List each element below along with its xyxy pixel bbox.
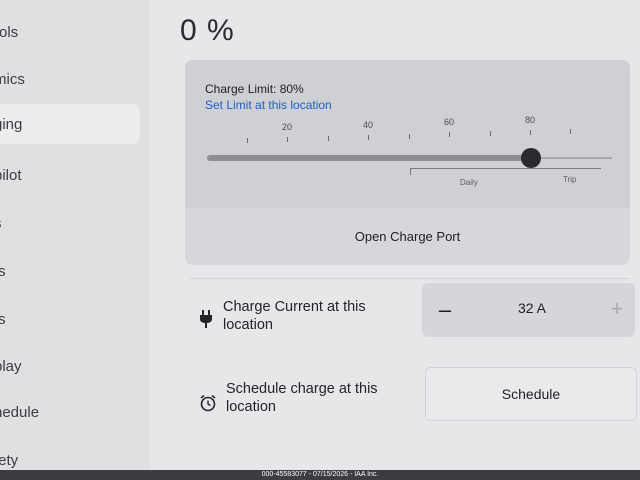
sidebar-item-label: nedule [0, 403, 40, 421]
sidebar-item-controls[interactable]: rols [0, 12, 140, 52]
charge-current-label-line2: location [223, 317, 273, 333]
charge-limit-slider-handle[interactable] [521, 148, 541, 168]
charge-current-label-line1: Charge Current at this [223, 299, 366, 315]
tick-mark [530, 130, 531, 135]
sidebar-item-label: s [0, 215, 2, 232]
sidebar-item-lights[interactable]: ts [0, 251, 140, 291]
battery-percent: 0 % [180, 14, 235, 47]
schedule-label-line1: Schedule charge at this [226, 381, 378, 397]
daily-range-bracket [410, 168, 601, 175]
open-charge-port-button[interactable]: Open Charge Port [185, 208, 630, 265]
tick-label-60: 60 [443, 117, 455, 127]
tick-mark [409, 134, 410, 139]
charge-limit-panel: Charge Limit: 80% Set Limit at this loca… [185, 60, 630, 208]
decrease-current-button[interactable]: – [432, 293, 458, 327]
sidebar-item-charging[interactable]: ging [0, 104, 140, 144]
section-divider [190, 278, 630, 279]
settings-sidebar: rols mics ging pilot s ts ts play nedule… [0, 0, 150, 470]
charge-limit-title: Charge Limit: 80% [205, 82, 304, 96]
charge-current-value: 32 A [517, 300, 547, 316]
sidebar-item-locks[interactable]: s [0, 203, 140, 243]
tick-label-20: 20 [281, 122, 293, 132]
increase-current-button[interactable]: + [604, 291, 630, 327]
sidebar-item-label: rols [0, 23, 19, 41]
sidebar-item-label: ts [0, 310, 6, 328]
charge-current-stepper: – 32 A + [422, 283, 635, 337]
photo-watermark: 000-45583077 - 07/15/2026 - IAA Inc. [0, 470, 640, 480]
sidebar-item-label: fety [0, 451, 19, 469]
charge-limit-slider-remaining [532, 157, 612, 159]
tick-mark [328, 136, 329, 141]
schedule-label: Schedule charge at this location [226, 380, 378, 416]
plug-icon [199, 309, 213, 334]
sidebar-item-trips[interactable]: ts [0, 299, 140, 339]
trip-range-label: Trip [563, 175, 577, 184]
sidebar-item-display[interactable]: play [0, 346, 140, 386]
schedule-label-line2: location [226, 399, 276, 415]
tick-label-80: 80 [524, 115, 536, 125]
sidebar-item-label: ts [0, 262, 6, 280]
tick-label-40: 40 [362, 120, 374, 130]
charge-limit-slider-track[interactable] [207, 155, 532, 161]
sidebar-item-label: play [0, 357, 22, 375]
schedule-button[interactable]: Schedule [425, 367, 637, 421]
daily-range-label: Daily [460, 178, 478, 187]
alarm-clock-icon [199, 394, 217, 417]
sidebar-item-label: ging [0, 115, 23, 133]
tick-mark [570, 129, 571, 134]
tick-mark [368, 135, 369, 140]
tick-mark [247, 138, 248, 143]
tick-mark [287, 137, 288, 142]
sidebar-item-dynamics[interactable]: mics [0, 59, 140, 99]
tick-mark [490, 131, 491, 136]
sidebar-item-label: mics [0, 70, 25, 88]
tick-mark [449, 132, 450, 137]
sidebar-item-autopilot[interactable]: pilot [0, 155, 140, 195]
set-limit-link[interactable]: Set Limit at this location [205, 98, 332, 112]
charge-current-label: Charge Current at this location [223, 298, 366, 334]
sidebar-item-label: pilot [0, 166, 22, 184]
sidebar-item-schedule[interactable]: nedule [0, 392, 140, 432]
charge-limit-card: Charge Limit: 80% Set Limit at this loca… [185, 60, 630, 265]
